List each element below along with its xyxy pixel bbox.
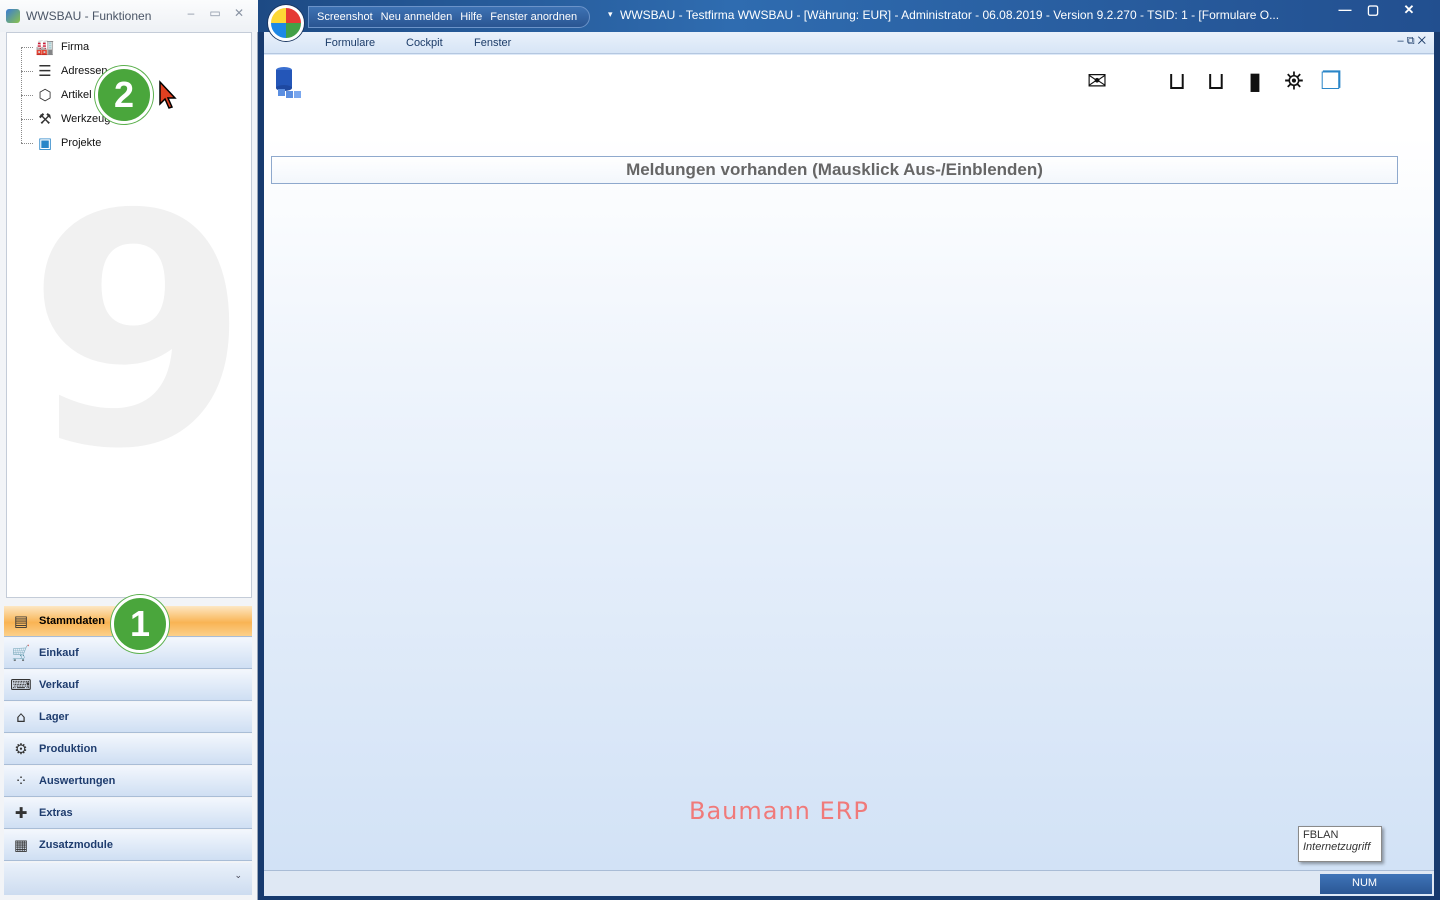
extras-icon: ✚ <box>14 804 28 822</box>
analytics-icon: ⁘ <box>14 772 28 790</box>
nav-extras[interactable]: ✚ Extras <box>4 798 252 829</box>
qat-screenshot[interactable]: Screenshot <box>317 11 373 23</box>
tree-item-label: Adressen <box>61 65 108 77</box>
tree-item-artikel[interactable]: ⬡ Artikel <box>35 83 92 107</box>
status-indicators: NUM <box>1320 874 1432 894</box>
quick-access-toolbar: Screenshot Neu anmelden Hilfe Fenster an… <box>308 6 591 28</box>
mdi-controls[interactable]: – ⧉ ✕ <box>1398 35 1426 48</box>
tools-icon: ⚒ <box>38 110 52 128</box>
step-badge-1: 1 <box>111 595 169 653</box>
menu-cockpit[interactable]: Cockpit <box>406 37 443 49</box>
factory-icon: 🏭 <box>35 38 55 56</box>
mail-icon[interactable]: ✉ <box>1082 66 1112 96</box>
tree-item-label: Artikel <box>61 89 92 101</box>
main-window: Screenshot Neu anmelden Hilfe Fenster an… <box>258 0 1440 900</box>
mouse-cursor-icon <box>159 80 177 109</box>
nav-label: Verkauf <box>39 679 79 691</box>
app-orb-button[interactable] <box>268 5 304 41</box>
box-icon: ⬡ <box>38 86 52 104</box>
warehouse-icon: ⌂ <box>16 708 26 726</box>
mouse-left-icon[interactable]: ⊔ <box>1162 66 1192 96</box>
tooltip-title: FBLAN <box>1303 829 1339 841</box>
device-icon[interactable]: ▮ <box>1240 66 1270 96</box>
menu-bar: Formulare Cockpit Fenster – ⧉ ✕ <box>264 32 1434 54</box>
cash-register-icon: ⌨ <box>10 676 32 694</box>
tree-connector <box>21 95 33 96</box>
qat-fenster-anordnen[interactable]: Fenster anordnen <box>490 11 577 23</box>
close-button[interactable]: ✕ <box>230 6 248 20</box>
mouse-right-icon[interactable]: ⊔ <box>1201 66 1231 96</box>
message-bar[interactable]: Meldungen vorhanden (Mausklick Aus-/Einb… <box>271 156 1398 184</box>
main-titlebar[interactable]: Screenshot Neu anmelden Hilfe Fenster an… <box>258 0 1440 41</box>
status-bar: NUM <box>264 870 1434 894</box>
main-minimize-button[interactable]: — <box>1330 2 1360 20</box>
maximize-button[interactable]: ▭ <box>206 6 224 20</box>
address-card-icon: ☰ <box>38 62 52 80</box>
main-client-area: Formulare Cockpit Fenster – ⧉ ✕ ✉ ⊔ ⊔ ▮ <box>264 32 1434 896</box>
minimize-button[interactable]: – <box>182 6 200 20</box>
project-icon: ▣ <box>37 134 53 152</box>
functions-titlebar[interactable]: WWSBAU - Funktionen – ▭ ✕ <box>0 0 258 32</box>
step-badge-2: 2 <box>95 66 153 124</box>
cockpit-content: ✉ ⊔ ⊔ ▮ ⛯ ❐ Meldungen vorhanden (Mauskli… <box>264 55 1434 870</box>
tree-item-projekte[interactable]: ▣ Projekte <box>35 131 101 155</box>
nav-label: Auswertungen <box>39 775 116 787</box>
master-data-icon: ▤ <box>13 612 29 630</box>
tree-item-label: Projekte <box>61 137 102 149</box>
functions-title: WWSBAU - Funktionen <box>26 9 152 23</box>
documents-icon[interactable]: ❐ <box>1316 66 1346 96</box>
menu-fenster[interactable]: Fenster <box>474 37 511 49</box>
modules-icon: ▦ <box>13 836 29 854</box>
shopping-cart-icon: 🛒 <box>11 644 31 662</box>
nav-overflow-button[interactable]: ⌄ <box>4 863 252 895</box>
tree-connector <box>21 71 33 72</box>
qat-hilfe[interactable]: Hilfe <box>460 11 482 23</box>
brand-label: Baumann ERP <box>689 797 869 825</box>
nav-label: Extras <box>39 807 73 819</box>
nav-verkauf[interactable]: ⌨ Verkauf <box>4 670 252 701</box>
app-icon <box>6 9 20 23</box>
tree-item-label: Firma <box>61 41 90 53</box>
tree-connector <box>21 119 33 120</box>
qat-neu-anmelden[interactable]: Neu anmelden <box>381 11 453 23</box>
chevron-down-icon: ⌄ <box>234 871 242 881</box>
nav-label: Zusatzmodule <box>39 839 113 851</box>
tree-item-firma[interactable]: 🏭 Firma <box>35 35 89 59</box>
nav-produktion[interactable]: ⚙ Produktion <box>4 734 252 765</box>
nav-auswertungen[interactable]: ⁘ Auswertungen <box>4 766 252 797</box>
database-icon[interactable] <box>274 65 304 99</box>
version-watermark: 9 <box>27 147 250 519</box>
qat-dropdown-icon[interactable]: ▾ <box>608 10 613 20</box>
nav-zusatzmodule[interactable]: ▦ Zusatzmodule <box>4 830 252 861</box>
main-title: WWSBAU - Testfirma WWSBAU - [Währung: EU… <box>620 8 1280 22</box>
menu-formulare[interactable]: Formulare <box>325 37 375 49</box>
network-user-icon[interactable]: ⛯ <box>1279 66 1309 96</box>
num-lock-indicator: NUM <box>1352 877 1378 889</box>
tooltip-text: Internetzugriff <box>1303 841 1371 853</box>
nav-label: Stammdaten <box>39 615 106 627</box>
nav-label: Lager <box>39 711 69 723</box>
main-close-button[interactable]: ✕ <box>1394 2 1424 20</box>
tree-connector <box>21 47 33 48</box>
functions-window: WWSBAU - Funktionen – ▭ ✕ 9 🏭 Firma ☰ Ad… <box>0 0 258 900</box>
production-icon: ⚙ <box>14 740 28 758</box>
nav-label: Einkauf <box>39 647 79 659</box>
nav-lager[interactable]: ⌂ Lager <box>4 702 252 733</box>
network-tooltip: FBLAN Internetzugriff <box>1298 826 1382 862</box>
main-maximize-button[interactable]: ▢ <box>1358 2 1388 20</box>
tree-connector <box>21 143 33 144</box>
tree-item-adressen[interactable]: ☰ Adressen <box>35 59 107 83</box>
nav-label: Produktion <box>39 743 98 755</box>
